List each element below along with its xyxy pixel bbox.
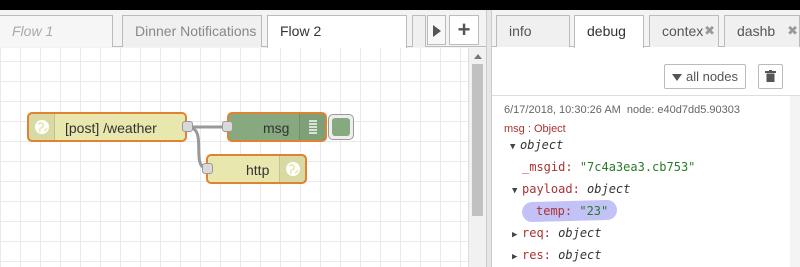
debug-message-meta: 6/17/2018, 10:30:26 AM node: e40d7dd5.903… bbox=[504, 104, 740, 116]
debug-topic: msg : Object bbox=[504, 123, 566, 135]
tab-label: debug bbox=[587, 23, 626, 39]
tree-row-object[interactable]: ▼ object bbox=[510, 138, 563, 152]
tree-row-temp: temp: "23" bbox=[536, 204, 609, 218]
clear-debug-button[interactable] bbox=[758, 64, 783, 89]
canvas-scrollbar[interactable] bbox=[468, 48, 486, 267]
caret-right-icon[interactable]: ▶ bbox=[512, 252, 522, 262]
tab-flow-2[interactable]: Flow 2 bbox=[267, 15, 407, 48]
caret-down-icon[interactable]: ▼ bbox=[512, 186, 522, 196]
http-in-node[interactable]: [post] /weather bbox=[27, 112, 187, 142]
sidebar-tab-bar: info debug contex ✖ dashb ✖ bbox=[492, 10, 800, 48]
tree-row-req[interactable]: ▶ req: object bbox=[512, 226, 602, 240]
debug-node-id[interactable]: node: e40d7dd5.90303 bbox=[627, 104, 740, 116]
tab-label: contex bbox=[662, 23, 704, 39]
add-flow-button[interactable]: + bbox=[449, 15, 479, 45]
node-label: [post] /weather bbox=[65, 120, 157, 136]
tab-overflow[interactable] bbox=[412, 15, 426, 47]
flow-canvas[interactable]: [post] /weather msg http bbox=[0, 48, 468, 267]
tab-flow-1[interactable]: Flow 1 bbox=[0, 15, 113, 47]
debug-scrollbar[interactable] bbox=[790, 96, 800, 267]
tab-label: Flow 1 bbox=[12, 23, 54, 39]
filter-label: all nodes bbox=[685, 69, 739, 84]
node-label: http bbox=[246, 162, 270, 178]
scrollbar-thumb[interactable] bbox=[472, 64, 483, 216]
debug-timestamp: 6/17/2018, 10:30:26 AM bbox=[504, 104, 621, 116]
debug-node[interactable]: msg bbox=[227, 112, 327, 142]
input-port[interactable] bbox=[222, 121, 233, 132]
node-label: msg bbox=[263, 120, 290, 136]
tab-debug[interactable]: debug bbox=[574, 15, 644, 48]
caret-down-icon[interactable]: ▼ bbox=[510, 142, 520, 152]
tab-label: info bbox=[509, 23, 532, 39]
tab-label: dashb bbox=[737, 23, 776, 39]
tab-scroll-right-button[interactable] bbox=[427, 15, 446, 45]
chevron-right-icon bbox=[433, 25, 441, 37]
globe-icon bbox=[279, 156, 305, 182]
debug-toolbar: all nodes bbox=[492, 48, 800, 96]
debug-toggle-fill bbox=[332, 118, 350, 136]
list-icon bbox=[299, 114, 325, 140]
output-port[interactable] bbox=[182, 121, 193, 132]
close-icon[interactable]: ✖ bbox=[787, 16, 798, 46]
globe-icon bbox=[29, 114, 55, 140]
tree-row-payload[interactable]: ▼ payload: object bbox=[512, 182, 630, 196]
tree-row-msgid: _msgid: "7c4a3ea3.cb753" bbox=[522, 160, 696, 174]
close-icon[interactable]: ✖ bbox=[704, 16, 715, 46]
tab-dinner-notifications[interactable]: Dinner Notifications bbox=[122, 15, 262, 47]
input-port[interactable] bbox=[202, 163, 213, 174]
trash-icon bbox=[765, 70, 776, 82]
tab-dashboard[interactable]: dashb ✖ bbox=[724, 15, 800, 47]
http-response-node[interactable]: http bbox=[206, 154, 307, 184]
caret-right-icon[interactable]: ▶ bbox=[512, 230, 522, 240]
workspace-tab-bar: Flow 1 Dinner Notifications Flow 2 + bbox=[0, 10, 486, 48]
tree-row-res[interactable]: ▶ res: object bbox=[512, 248, 602, 262]
filter-nodes-button[interactable]: all nodes bbox=[664, 64, 746, 89]
tab-label: Dinner Notifications bbox=[135, 23, 257, 39]
tab-context[interactable]: contex ✖ bbox=[649, 15, 719, 47]
top-bar bbox=[0, 0, 800, 10]
debug-toggle-button[interactable] bbox=[328, 114, 354, 140]
tab-label: Flow 2 bbox=[280, 23, 322, 39]
scroll-up-icon[interactable] bbox=[474, 54, 482, 59]
workspace: Flow 1 Dinner Notifications Flow 2 + [po… bbox=[0, 10, 486, 267]
tab-info[interactable]: info bbox=[496, 15, 570, 47]
filter-icon bbox=[671, 74, 682, 82]
